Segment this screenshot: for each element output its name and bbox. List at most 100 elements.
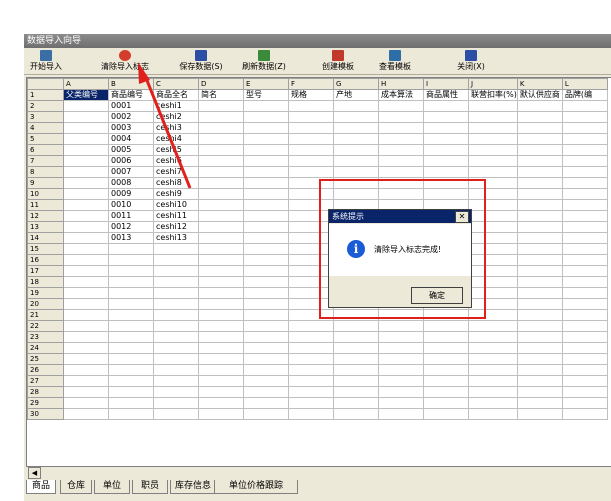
grid-cell[interactable] (243, 210, 289, 222)
grid-cell[interactable] (333, 386, 379, 398)
grid-cell[interactable] (243, 166, 289, 178)
row-header[interactable]: 9 (27, 177, 64, 189)
grid-cell[interactable] (108, 342, 154, 354)
grid-cell[interactable] (63, 188, 109, 200)
grid-cell[interactable] (288, 133, 334, 145)
grid-cell[interactable] (561, 375, 608, 387)
grid-cell[interactable] (378, 166, 424, 178)
grid-cell[interactable] (333, 397, 379, 409)
grid-cell[interactable] (198, 232, 244, 244)
grid-cell[interactable] (561, 166, 608, 178)
grid-cell[interactable] (561, 320, 608, 332)
row-header[interactable]: 25 (27, 353, 64, 365)
grid-cell[interactable] (333, 100, 379, 112)
grid-cell[interactable] (198, 397, 244, 409)
column-header[interactable]: J (468, 78, 518, 90)
corner-cell[interactable] (27, 78, 64, 90)
grid-cell[interactable] (108, 276, 154, 288)
grid-cell[interactable] (243, 221, 289, 233)
row-header[interactable]: 4 (27, 122, 64, 134)
grid-cell[interactable]: 0010 (108, 199, 154, 211)
grid-cell[interactable] (561, 353, 608, 365)
grid-cell[interactable] (516, 375, 563, 387)
grid-cell[interactable]: 成本算法 (378, 89, 424, 101)
grid-cell[interactable] (243, 199, 289, 211)
column-header[interactable]: C (153, 78, 199, 90)
grid-cell[interactable] (423, 342, 469, 354)
grid-cell[interactable]: 0006 (108, 155, 154, 167)
toolbar-button-3[interactable]: 刷新数据(Z) (235, 49, 293, 73)
grid-cell[interactable] (378, 331, 424, 343)
grid-cell[interactable] (243, 287, 289, 299)
grid-cell[interactable] (468, 408, 518, 420)
grid-cell[interactable] (561, 100, 608, 112)
grid-cell[interactable] (153, 397, 199, 409)
grid-cell[interactable]: 0002 (108, 111, 154, 123)
grid-cell[interactable] (288, 155, 334, 167)
grid-cell[interactable] (63, 199, 109, 211)
grid-cell[interactable] (561, 210, 608, 222)
sheet-tab-3[interactable]: 职员 (132, 480, 168, 494)
grid-cell[interactable] (423, 331, 469, 343)
row-header[interactable]: 23 (27, 331, 64, 343)
grid-cell[interactable] (198, 144, 244, 156)
grid-cell[interactable] (561, 265, 608, 277)
grid-cell[interactable] (243, 276, 289, 288)
grid-cell[interactable]: ceshi1 (153, 100, 199, 112)
grid-cell[interactable] (198, 309, 244, 321)
grid-cell[interactable] (468, 364, 518, 376)
grid-cell[interactable] (198, 166, 244, 178)
row-header[interactable]: 10 (27, 188, 64, 200)
grid-cell[interactable] (198, 254, 244, 266)
grid-cell[interactable] (108, 243, 154, 255)
column-header[interactable]: H (378, 78, 424, 90)
grid-cell[interactable] (423, 386, 469, 398)
grid-cell[interactable] (63, 177, 109, 189)
grid-cell[interactable] (288, 408, 334, 420)
grid-cell[interactable] (423, 100, 469, 112)
grid-cell[interactable] (561, 276, 608, 288)
ok-button[interactable]: 确定 (411, 287, 463, 304)
grid-cell[interactable] (516, 386, 563, 398)
grid-cell[interactable]: 父类编号 (63, 89, 109, 101)
row-header[interactable]: 30 (27, 408, 64, 420)
grid-cell[interactable] (243, 265, 289, 277)
grid-cell[interactable] (153, 265, 199, 277)
grid-cell[interactable] (378, 100, 424, 112)
sheet-tab-5[interactable]: 单位价格跟踪 (214, 480, 298, 494)
grid-cell[interactable] (153, 353, 199, 365)
grid-cell[interactable] (153, 309, 199, 321)
column-header[interactable]: K (516, 78, 563, 90)
horizontal-scrollbar[interactable]: ◀ (26, 467, 611, 479)
grid-cell[interactable] (63, 166, 109, 178)
grid-cell[interactable] (423, 155, 469, 167)
grid-cell[interactable] (198, 320, 244, 332)
sheet-tab-4[interactable]: 库存信息 (170, 480, 216, 494)
grid-cell[interactable]: ceshi13 (153, 232, 199, 244)
grid-cell[interactable] (198, 353, 244, 365)
grid-cell[interactable] (63, 111, 109, 123)
grid-cell[interactable] (288, 375, 334, 387)
grid-cell[interactable] (153, 298, 199, 310)
grid-cell[interactable] (108, 331, 154, 343)
row-header[interactable]: 1 (27, 89, 64, 101)
grid-cell[interactable] (516, 166, 563, 178)
row-header[interactable]: 3 (27, 111, 64, 123)
grid-cell[interactable] (63, 265, 109, 277)
toolbar-button-6[interactable]: 关闭(X) (451, 49, 491, 73)
grid-cell[interactable] (468, 386, 518, 398)
grid-cell[interactable] (333, 155, 379, 167)
row-header[interactable]: 6 (27, 144, 64, 156)
grid-cell[interactable] (63, 144, 109, 156)
grid-cell[interactable] (153, 254, 199, 266)
grid-cell[interactable]: ceshi11 (153, 210, 199, 222)
grid-cell[interactable] (423, 166, 469, 178)
grid-cell[interactable] (108, 375, 154, 387)
grid-cell[interactable] (63, 100, 109, 112)
grid-cell[interactable] (63, 375, 109, 387)
grid-cell[interactable] (153, 408, 199, 420)
grid-cell[interactable] (333, 122, 379, 134)
grid-cell[interactable] (516, 221, 563, 233)
grid-cell[interactable] (561, 254, 608, 266)
row-header[interactable]: 24 (27, 342, 64, 354)
